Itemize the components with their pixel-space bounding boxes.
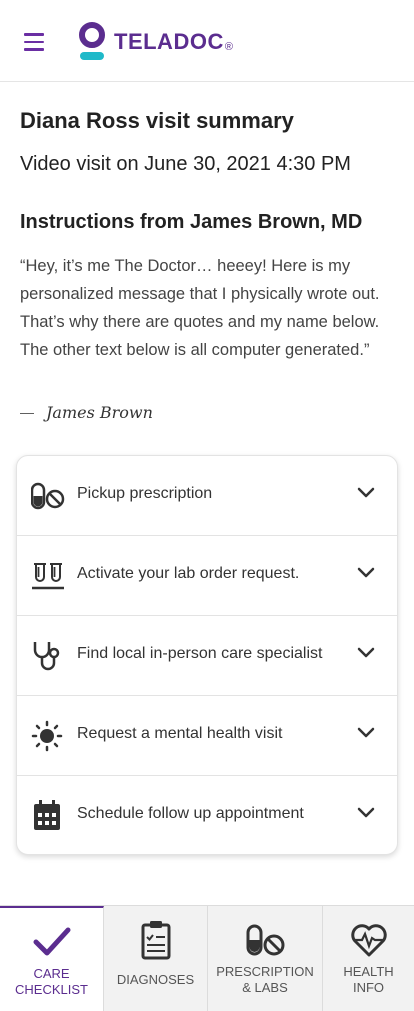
logo-wordmark: TELADOC — [114, 29, 224, 54]
chevron-down-icon — [357, 807, 375, 818]
tab-label-line2: & LABS — [242, 980, 288, 995]
tab-label-line2: CHECKLIST — [15, 982, 88, 997]
checklist-item-schedule-follow-up[interactable]: Schedule follow up appointment — [17, 776, 397, 854]
pill-icon — [31, 482, 65, 510]
checklist-item-label: Request a mental health visit — [77, 725, 283, 742]
teladoc-logo[interactable]: TELADOC ® — [78, 22, 233, 62]
pill-icon — [246, 924, 285, 956]
registered-mark: ® — [224, 41, 233, 53]
test-tubes-icon — [32, 563, 64, 590]
app-header: TELADOC ® — [0, 0, 414, 82]
doctor-message: “Hey, it’s me The Doctor… heeey! Here is… — [20, 257, 380, 359]
tab-label-line1: DIAGNOSES — [116, 972, 195, 987]
visit-date: Video visit on June 30, 2021 4:30 PM — [20, 153, 351, 175]
heart-pulse-icon — [350, 924, 387, 957]
checklist-item-label: Find local in-person care specialist — [77, 645, 323, 662]
tab-label-line1: HEALTH — [343, 964, 394, 979]
tab-health-info[interactable]: HEALTH INFO — [323, 906, 414, 1011]
checklist-item-activate-lab-order[interactable]: Activate your lab order request. — [17, 536, 397, 616]
chevron-down-icon — [357, 727, 375, 738]
tab-care-checklist[interactable]: CARE CHECKLIST — [0, 906, 104, 1011]
signature-name: James Brown — [46, 402, 153, 422]
tab-label-line1: PRESCRIPTION — [216, 964, 314, 979]
page-title: Diana Ross visit summary — [20, 108, 294, 133]
hamburger-icon[interactable] — [24, 33, 44, 51]
checklist-item-label: Pickup prescription — [77, 485, 213, 502]
sun-icon — [31, 720, 63, 752]
signature-dash: — — [20, 404, 34, 420]
tab-diagnoses[interactable]: DIAGNOSES — [104, 906, 208, 1011]
tab-label-line1: CARE — [33, 966, 70, 981]
stethoscope-icon — [33, 642, 60, 671]
checklist-item-mental-health[interactable]: Request a mental health visit — [17, 696, 397, 776]
checkmark-icon — [33, 927, 70, 956]
chevron-down-icon — [357, 567, 375, 578]
tab-label-line2: INFO — [352, 980, 385, 995]
tab-prescription-labs[interactable]: PRESCRIPTION & LABS — [208, 906, 323, 1011]
care-checklist-card: Pickup prescription Activate your lab or… — [16, 455, 398, 855]
chevron-down-icon — [357, 647, 375, 658]
clipboard-icon — [141, 921, 170, 960]
checklist-item-pickup-prescription[interactable]: Pickup prescription — [17, 456, 397, 536]
doctor-signature: — James Brown — [20, 398, 153, 426]
chevron-down-icon — [357, 487, 375, 498]
checklist-item-find-specialist[interactable]: Find local in-person care specialist — [17, 616, 397, 696]
teladoc-logo-mark — [79, 22, 105, 60]
checklist-item-label: Activate your lab order request. — [77, 565, 300, 582]
bottom-tab-bar: CARE CHECKLIST DIAGNOSES PRESCRIPTION & … — [0, 905, 414, 1011]
checklist-item-label: Schedule follow up appointment — [77, 805, 304, 822]
calendar-icon — [34, 800, 60, 830]
instructions-title: Instructions from James Brown, MD — [20, 211, 363, 233]
